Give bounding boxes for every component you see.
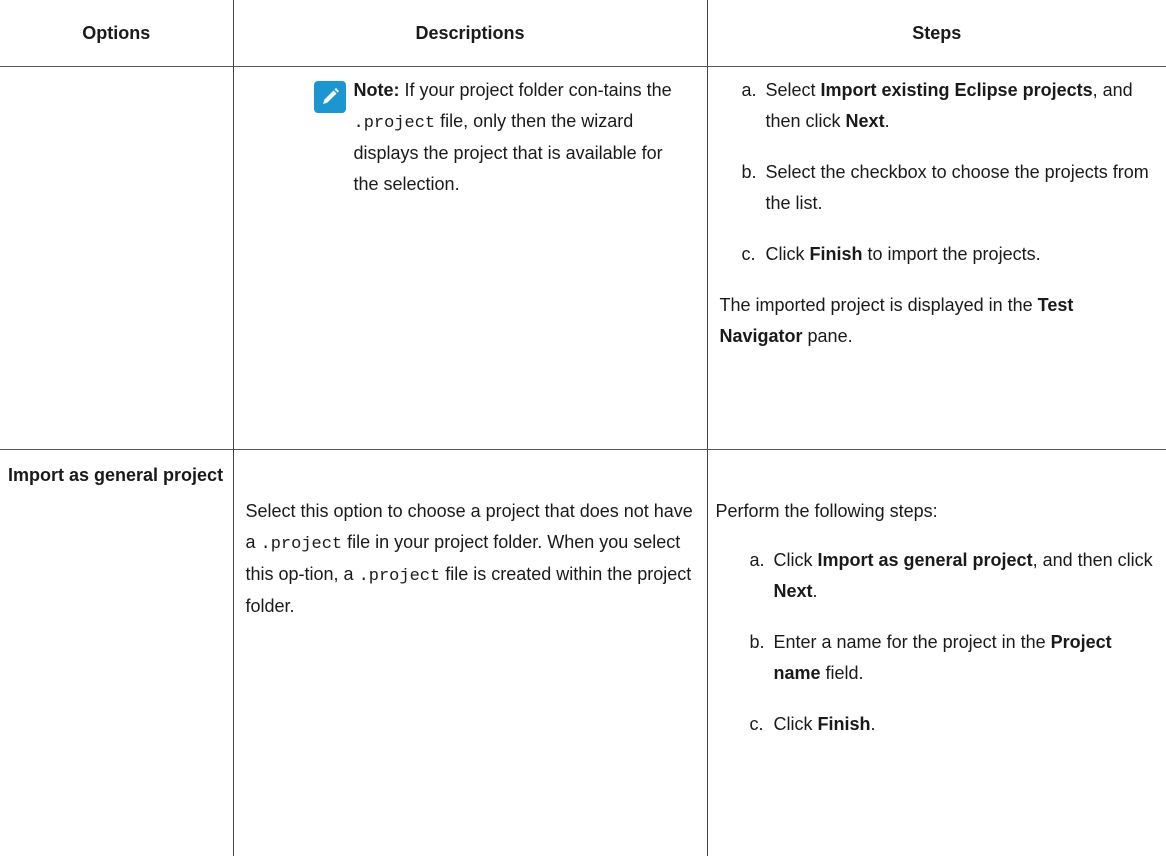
description-cell: Select this option to choose a project t… — [233, 450, 707, 856]
steps-cell: a. Select Import existing Eclipse project… — [707, 67, 1166, 450]
code-project: .project — [359, 567, 441, 586]
note-text: Note: If your project folder con-tains t… — [354, 80, 672, 194]
step-marker: a. — [750, 545, 765, 576]
step-text: Select the checkbox to choose the projec… — [766, 162, 1149, 213]
list-item: a. Select Import existing Eclipse project… — [720, 75, 1157, 137]
step-text: Click — [774, 550, 818, 570]
list-item: b.Enter a name for the project in the Pr… — [716, 627, 1157, 689]
step-bold: Finish — [810, 244, 863, 264]
pencil-note-icon — [314, 81, 346, 113]
step-text: Click — [766, 244, 810, 264]
step-text: field. — [821, 663, 864, 683]
step-marker: a. — [742, 75, 757, 106]
note-label: Note: — [354, 80, 400, 100]
step-text: , and then click — [1033, 550, 1153, 570]
header-options: Options — [0, 0, 233, 67]
option-cell: Import as general project — [0, 450, 233, 856]
header-descriptions: Descriptions — [233, 0, 707, 67]
result-text: pane. — [803, 326, 853, 346]
step-marker: c. — [742, 239, 756, 270]
list-item: b. Select the checkbox to choose the proj… — [720, 157, 1157, 219]
step-marker: b. — [742, 157, 757, 188]
list-item: c. Click Finish to import the projects. — [720, 239, 1157, 270]
step-text: . — [871, 714, 876, 734]
steps-list: a. Click Import as general project, and t… — [716, 545, 1157, 740]
list-item: a. Click Import as general project, and t… — [716, 545, 1157, 607]
step-marker: b. — [750, 627, 765, 658]
step-text: . — [813, 581, 818, 601]
steps-list: a. Select Import existing Eclipse project… — [720, 75, 1157, 270]
step-text: Enter a name for the project in the — [774, 632, 1051, 652]
table-header-row: Options Descriptions Steps — [0, 0, 1166, 67]
result-paragraph: The imported project is displayed in the… — [720, 290, 1157, 352]
code-project: .project — [354, 114, 436, 133]
step-bold: Import as general project — [818, 550, 1033, 570]
list-item: c. Click Finish. — [716, 709, 1157, 740]
step-text: . — [885, 111, 890, 131]
step-bold: Import existing Eclipse projects — [821, 80, 1093, 100]
description-cell: Note: If your project folder con-tains t… — [233, 67, 707, 450]
steps-intro: Perform the following steps: — [716, 496, 1157, 527]
option-cell-empty — [0, 67, 233, 450]
note-block: Note: If your project folder con-tains t… — [234, 67, 707, 200]
note-text-1: If your project folder con-tains the — [400, 80, 672, 100]
step-text: Click — [774, 714, 818, 734]
description-paragraph: Select this option to choose a project t… — [246, 496, 699, 622]
step-bold: Next — [774, 581, 813, 601]
table-row: Note: If your project folder con-tains t… — [0, 67, 1166, 450]
header-steps: Steps — [707, 0, 1166, 67]
result-text: The imported project is displayed in the — [720, 295, 1038, 315]
step-bold: Finish — [818, 714, 871, 734]
step-text: Select — [766, 80, 821, 100]
step-bold: Next — [846, 111, 885, 131]
code-project: .project — [261, 535, 343, 554]
steps-cell: Perform the following steps: a. Click Imp… — [707, 450, 1166, 856]
step-marker: c. — [750, 709, 764, 740]
table-row: Import as general project Select this op… — [0, 450, 1166, 856]
options-table: Options Descriptions Steps Note: If your… — [0, 0, 1166, 856]
step-text: to import the projects. — [863, 244, 1041, 264]
